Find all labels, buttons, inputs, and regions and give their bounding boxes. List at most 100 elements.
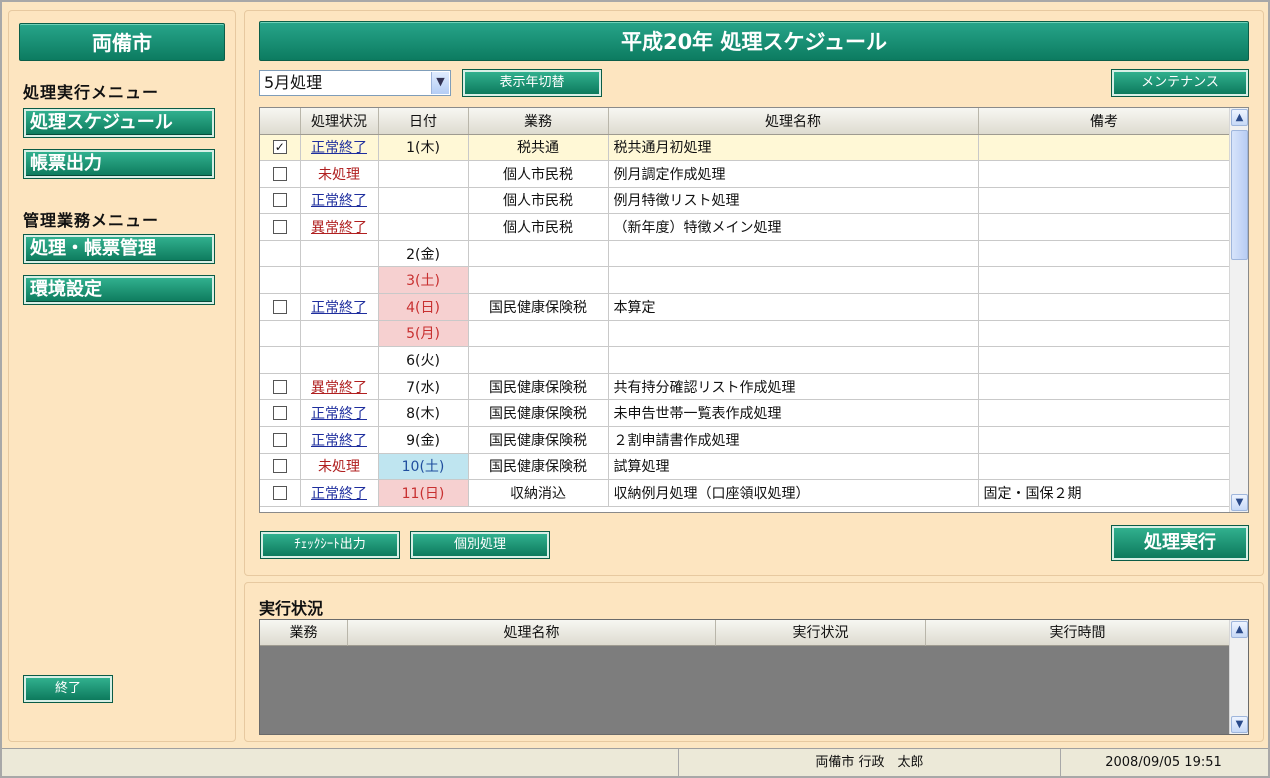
exec-column-time[interactable]: 実行時間 <box>926 620 1230 646</box>
table-row[interactable]: 正常終了 4(日) 国民健康保険税 本算定 <box>260 293 1231 321</box>
maintenance-button[interactable]: メンテナンス <box>1111 69 1249 97</box>
table-row[interactable]: 3(土) <box>260 266 1231 295</box>
column-header-check[interactable] <box>260 108 301 135</box>
column-header-date[interactable]: 日付 <box>378 108 469 135</box>
date-cell: 8(木) <box>378 399 469 428</box>
schedule-scrollbar[interactable]: ▲ ▼ <box>1229 108 1248 512</box>
table-row[interactable]: 異常終了 7(水) 国民健康保険税 共有持分確認リスト作成処理 <box>260 373 1231 401</box>
row-checkbox-cell: ✓ <box>260 134 301 162</box>
menu-report-output-button[interactable]: 帳票出力 <box>23 149 215 179</box>
row-checkbox-cell <box>260 373 301 401</box>
scroll-thumb[interactable] <box>1231 130 1248 260</box>
table-row[interactable]: ✓ 正常終了 1(木) 税共通 税共通月初処理 <box>260 134 1231 162</box>
individual-process-button[interactable]: 個別処理 <box>410 531 550 559</box>
status-cell: 正常終了 <box>300 134 379 162</box>
table-row[interactable]: 正常終了 個人市民税 例月特徴リスト処理 <box>260 187 1231 215</box>
checksheet-output-button[interactable]: ﾁｪｯｸｼｰﾄ出力 <box>260 531 400 559</box>
menu-process-report-admin-button[interactable]: 処理・帳票管理 <box>23 234 215 264</box>
business-cell <box>468 240 609 268</box>
execute-process-button[interactable]: 処理実行 <box>1111 525 1249 561</box>
business-cell: 国民健康保険税 <box>468 293 609 321</box>
column-header-business[interactable]: 業務 <box>468 108 609 135</box>
status-link[interactable]: 異常終了 <box>311 380 367 396</box>
table-row[interactable]: 2(金) <box>260 240 1231 268</box>
schedule-panel: 平成20年 処理スケジュール 5月処理 ▼ 表示年切替 メンテナンス 処理状況 … <box>244 10 1264 576</box>
scroll-up-icon[interactable]: ▲ <box>1231 109 1248 126</box>
table-row[interactable]: 正常終了 8(木) 国民健康保険税 未申告世帯一覧表作成処理 <box>260 399 1231 428</box>
execution-status-table: 業務 処理名称 実行状況 実行時間 ▲ ▼ <box>259 619 1249 735</box>
date-cell: 2(金) <box>378 240 469 268</box>
column-header-process-name[interactable]: 処理名称 <box>608 108 979 135</box>
date-cell: 5(月) <box>378 320 469 348</box>
row-checkbox[interactable] <box>272 459 287 474</box>
exec-column-status[interactable]: 実行状況 <box>716 620 926 646</box>
note-cell <box>978 320 1231 348</box>
exec-scroll-down-icon[interactable]: ▼ <box>1231 716 1248 733</box>
process-name-cell: 本算定 <box>608 293 979 321</box>
process-name-cell: 共有持分確認リスト作成処理 <box>608 373 979 401</box>
row-checkbox[interactable] <box>272 299 287 314</box>
row-checkbox[interactable] <box>272 379 287 394</box>
row-checkbox[interactable] <box>272 220 287 235</box>
row-checkbox[interactable] <box>272 486 287 501</box>
status-link[interactable]: 正常終了 <box>311 140 367 156</box>
business-cell <box>468 320 609 348</box>
status-link[interactable]: 正常終了 <box>311 486 367 502</box>
business-cell: 税共通 <box>468 134 609 162</box>
column-header-note[interactable]: 備考 <box>978 108 1231 135</box>
table-row[interactable]: 異常終了 個人市民税 （新年度）特徴メイン処理 <box>260 213 1231 241</box>
menu-environment-settings-button[interactable]: 環境設定 <box>23 275 215 305</box>
status-cell <box>300 346 379 374</box>
note-cell <box>978 266 1231 295</box>
process-name-cell: 未申告世帯一覧表作成処理 <box>608 399 979 428</box>
exit-button[interactable]: 終了 <box>23 675 113 703</box>
process-name-cell: 試算処理 <box>608 453 979 481</box>
business-cell: 国民健康保険税 <box>468 399 609 428</box>
process-name-cell <box>608 320 979 348</box>
row-checkbox-cell <box>260 346 301 374</box>
business-cell: 個人市民税 <box>468 187 609 215</box>
process-name-cell: 税共通月初処理 <box>608 134 979 162</box>
row-checkbox[interactable]: ✓ <box>272 140 287 155</box>
exec-column-process-name[interactable]: 処理名称 <box>348 620 716 646</box>
note-cell <box>978 240 1231 268</box>
status-cell: 未処理 <box>300 453 379 481</box>
date-cell: 11(日) <box>378 479 469 507</box>
exec-column-business[interactable]: 業務 <box>260 620 348 646</box>
row-checkbox-cell <box>260 293 301 321</box>
switch-year-button[interactable]: 表示年切替 <box>462 69 602 97</box>
process-name-cell: 例月特徴リスト処理 <box>608 187 979 215</box>
status-link[interactable]: 正常終了 <box>311 193 367 209</box>
status-link[interactable]: 正常終了 <box>311 300 367 316</box>
table-row[interactable]: 5(月) <box>260 320 1231 348</box>
month-select[interactable]: 5月処理 ▼ <box>259 70 451 96</box>
date-cell: 4(日) <box>378 293 469 321</box>
admin-menu-heading: 管理業務メニュー <box>23 211 160 230</box>
table-row[interactable]: 未処理 個人市民税 例月調定作成処理 <box>260 160 1231 188</box>
status-link[interactable]: 正常終了 <box>311 433 367 449</box>
exec-scroll-up-icon[interactable]: ▲ <box>1231 621 1248 638</box>
execution-status-title: 実行状況 <box>259 599 324 618</box>
row-checkbox[interactable] <box>272 166 287 181</box>
row-checkbox-cell <box>260 213 301 241</box>
table-row[interactable]: 未処理 10(土) 国民健康保険税 試算処理 <box>260 453 1231 481</box>
date-cell <box>378 213 469 241</box>
row-checkbox[interactable] <box>272 432 287 447</box>
status-bar: 両備市 行政 太郎 2008/09/05 19:51 <box>2 748 1268 777</box>
column-header-status[interactable]: 処理状況 <box>300 108 379 135</box>
table-row[interactable]: 6(火) <box>260 346 1231 374</box>
page-title: 平成20年 処理スケジュール <box>259 21 1249 61</box>
business-cell: 国民健康保険税 <box>468 373 609 401</box>
city-title: 両備市 <box>19 23 225 61</box>
row-checkbox[interactable] <box>272 406 287 421</box>
menu-process-schedule-button[interactable]: 処理スケジュール <box>23 108 215 138</box>
process-menu-heading: 処理実行メニュー <box>23 83 160 102</box>
table-row[interactable]: 正常終了 9(金) 国民健康保険税 ２割申請書作成処理 <box>260 426 1231 454</box>
chevron-down-icon[interactable]: ▼ <box>431 72 449 94</box>
scroll-down-icon[interactable]: ▼ <box>1231 494 1248 511</box>
status-link[interactable]: 異常終了 <box>311 220 367 236</box>
row-checkbox[interactable] <box>272 193 287 208</box>
exec-scrollbar[interactable]: ▲ ▼ <box>1229 620 1248 734</box>
table-row[interactable]: 正常終了 11(日) 収納消込 収納例月処理（口座領収処理） 固定・国保２期 <box>260 479 1231 507</box>
status-link[interactable]: 正常終了 <box>311 406 367 422</box>
